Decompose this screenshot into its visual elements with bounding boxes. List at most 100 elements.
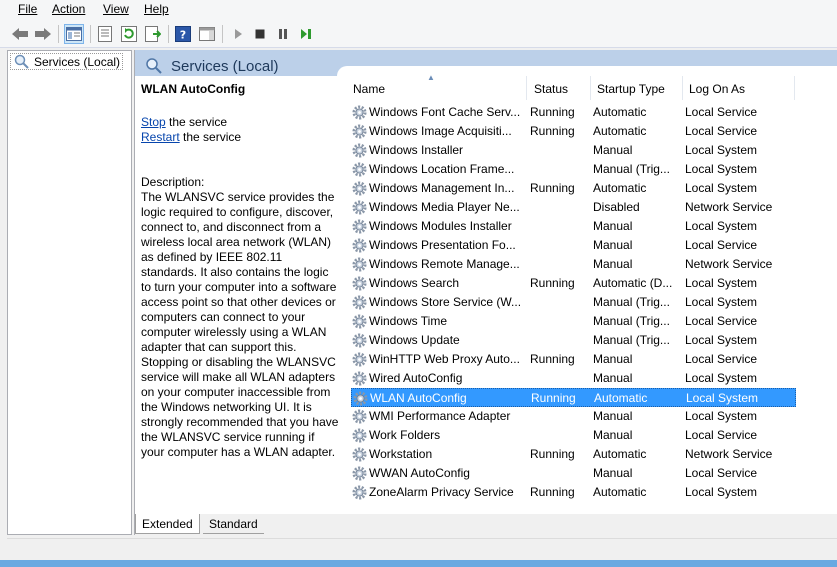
service-name: ZoneAlarm Privacy Service [369,485,514,499]
service-log-on-as: Local Service [685,124,758,138]
column-header-status[interactable]: Status [528,76,591,100]
service-log-on-as: Local Service [685,428,758,442]
toolbar-separator [58,25,59,43]
main-pane: Services (Local) WLAN AutoConfig Stop th… [134,50,837,535]
service-startup-type: Manual [593,409,633,423]
service-name: Windows Media Player Ne... [369,200,520,214]
tab-extended[interactable]: Extended [135,514,200,534]
tab-standard[interactable]: Standard [203,514,264,534]
start-service-button[interactable] [228,24,248,44]
pause-service-button[interactable] [273,24,293,44]
table-row[interactable]: Windows Store Service (W... Manual (Trig.… [351,293,796,312]
table-row[interactable]: WinHTTP Web Proxy Auto... Running Manual Lo… [351,350,796,369]
back-button[interactable] [10,24,30,44]
help-button[interactable]: ? [173,24,193,44]
selected-service-name: WLAN AutoConfig [141,82,246,96]
table-row[interactable]: Windows Font Cache Serv... Running Automat… [351,103,796,122]
console-tree-icon [66,27,82,41]
export-list-button[interactable] [143,24,163,44]
column-header-log-on-as[interactable]: Log On As [683,76,795,100]
restart-service-link[interactable]: Restart [141,130,180,144]
table-row[interactable]: Windows Media Player Ne... Disabled Networ… [351,198,796,217]
column-header-startup-type[interactable]: Startup Type [591,76,683,100]
menu-bar: File Action View Help [0,0,837,20]
description-label: Description: [141,175,205,189]
service-name: Wired AutoConfig [369,371,463,385]
service-name: Windows Remote Manage... [369,257,520,271]
restart-service-button[interactable] [296,24,316,44]
table-row[interactable]: Windows Image Acquisiti... Running Automat… [351,122,796,141]
service-gear-icon [352,257,367,272]
service-startup-type: Manual (Trig... [593,314,670,328]
view-tabs: Extended Standard [135,514,837,535]
table-row[interactable]: ZoneAlarm Privacy Service Running Automati… [351,483,796,502]
restart-link-suffix: the service [179,130,242,144]
table-row[interactable]: Windows Management In... Running Automatic… [351,179,796,198]
table-row[interactable]: Work Folders Manual Local Service [351,426,796,445]
service-startup-type: Manual [593,143,633,157]
services-magnifier-icon [146,58,162,74]
table-row[interactable]: Windows Time Manual (Trig... Local Service [351,312,796,331]
description-panel: WLAN AutoConfig Stop the service Restart… [141,82,341,460]
service-log-on-as: Network Service [685,200,773,214]
service-status: Running [530,124,575,138]
service-gear-icon [352,466,367,481]
stop-service-link[interactable]: Stop [141,115,166,129]
service-name: Windows Location Frame... [369,162,515,176]
service-startup-type: Manual [593,257,633,271]
description-text: The WLANSVC service provides the logic r… [141,190,339,459]
tree-item-services-local[interactable]: Services (Local) [10,53,124,70]
table-row[interactable]: Windows Update Manual (Trig... Local Syste… [351,331,796,350]
service-startup-type: Automatic [593,181,647,195]
service-gear-icon [352,371,367,386]
service-gear-icon [352,295,367,310]
table-row[interactable]: Workstation Running Automatic Network Servi… [351,445,796,464]
menu-action[interactable]: Action [52,2,85,16]
table-row[interactable]: Windows Presentation Fo... Manual Local Se… [351,236,796,255]
service-name: Windows Management In... [369,181,515,195]
services-magnifier-icon [14,54,29,69]
stop-service-button[interactable] [250,24,270,44]
menu-file[interactable]: File [18,2,37,16]
service-gear-icon [352,219,367,234]
service-log-on-as: Local System [685,409,758,423]
table-row[interactable]: Windows Installer Manual Local System [351,141,796,160]
service-name: Work Folders [369,428,441,442]
service-log-on-as: Local System [686,391,759,405]
service-gear-icon [352,314,367,329]
play-icon [235,29,242,39]
help-icon: ? [175,26,191,42]
tree-item-label: Services (Local) [34,54,121,69]
column-header-name[interactable]: ▲ Name [347,73,527,100]
show-action-pane-button[interactable] [197,24,217,44]
refresh-button[interactable] [119,24,139,44]
properties-button[interactable] [95,24,115,44]
table-row[interactable]: Windows Search Running Automatic (D... Loca… [351,274,796,293]
menu-help[interactable]: Help [144,2,169,16]
table-row[interactable]: Wired AutoConfig Manual Local System [351,369,796,388]
service-gear-icon [352,447,367,462]
table-row[interactable]: Windows Location Frame... Manual (Trig...… [351,160,796,179]
table-row[interactable]: WMI Performance Adapter Manual Local Syste… [351,407,796,426]
table-row[interactable]: Windows Remote Manage... Manual Network Se… [351,255,796,274]
table-row[interactable]: Windows Modules Installer Manual Local Sys… [351,217,796,236]
forward-button[interactable] [33,24,53,44]
table-row[interactable]: WWAN AutoConfig Manual Local Service [351,464,796,483]
stop-icon [255,29,265,39]
service-status: Running [530,276,575,290]
table-row[interactable]: WLAN AutoConfig Running Automatic Local Sys… [351,388,796,407]
service-startup-type: Automatic [593,124,647,138]
service-name: Windows Store Service (W... [369,295,522,309]
show-hide-console-tree-button[interactable] [64,24,84,44]
svg-text:?: ? [180,29,186,42]
service-name: WMI Performance Adapter [369,409,511,423]
toolbar: ? [0,20,837,48]
service-log-on-as: Local Service [685,238,758,252]
main-header: Services (Local) [135,50,837,78]
menu-view[interactable]: View [103,2,129,16]
service-gear-icon [352,352,367,367]
service-status: Running [530,181,575,195]
service-status: Running [530,485,575,499]
service-startup-type: Automatic [593,105,647,119]
service-status: Running [530,105,575,119]
